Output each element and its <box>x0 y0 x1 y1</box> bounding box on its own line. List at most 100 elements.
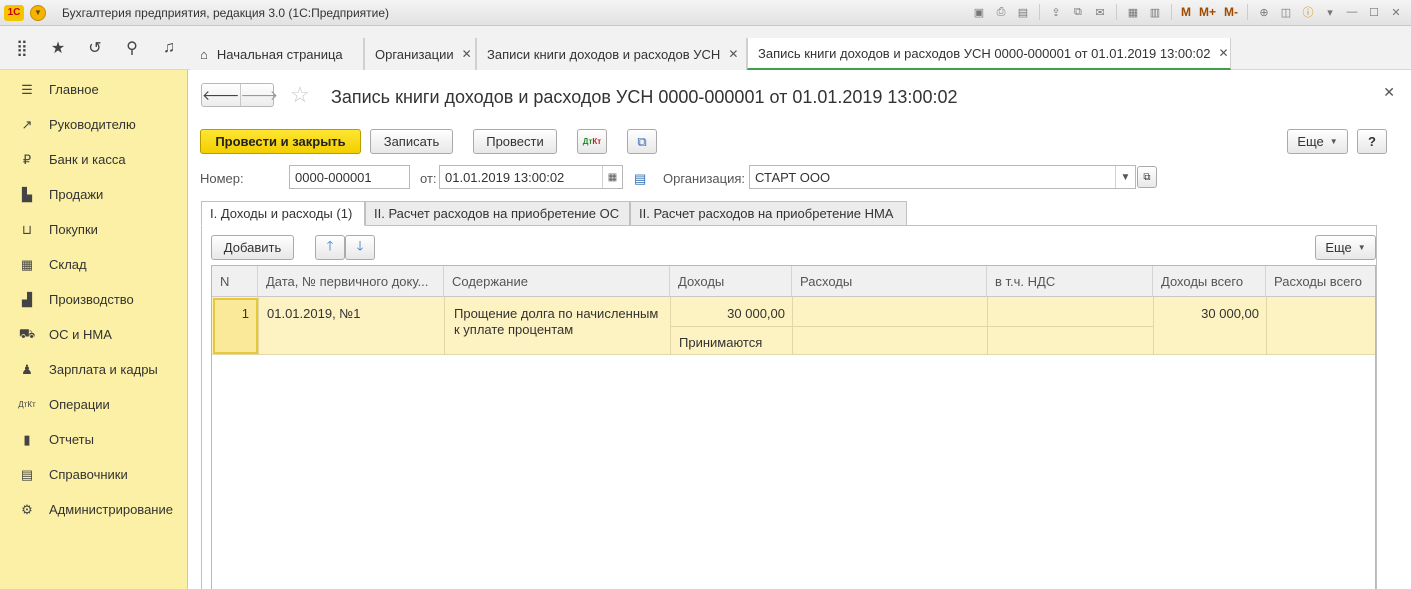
more-button[interactable]: Еще ▼ <box>1287 129 1348 154</box>
factory-icon: ▟ <box>22 291 32 307</box>
favorite-star-icon[interactable]: ☆ <box>290 83 310 107</box>
number-label: Номер: <box>200 171 244 186</box>
column-header[interactable]: Расходы <box>792 266 987 297</box>
column-header[interactable]: Содержание <box>444 266 670 297</box>
post-button[interactable]: Провести <box>473 129 557 154</box>
column-header[interactable]: в т.ч. НДС <box>987 266 1153 297</box>
tab-usn-records[interactable]: Записи книги доходов и расходов УСН ✕ <box>476 38 747 70</box>
add-button[interactable]: Добавить <box>211 235 294 260</box>
sidebar-item-label: Банк и касса <box>49 152 126 167</box>
column-header[interactable]: Расходы всего <box>1266 266 1375 297</box>
row-content-line2: к уплате процентам <box>454 322 574 337</box>
tab-label: Начальная страница <box>216 46 343 62</box>
minimize-icon[interactable]: — <box>1343 3 1361 21</box>
close-window-icon[interactable]: ✕ <box>1387 3 1405 21</box>
sidebar-item-main[interactable]: ☰ Главное <box>0 72 187 107</box>
sidebar-item-label: ОС и НМА <box>49 327 112 342</box>
more-label: Еще <box>1297 134 1324 149</box>
dt-kt-icon: ДтКт <box>18 400 36 409</box>
org-status-icon: ▤ <box>634 171 647 186</box>
move-up-icon[interactable]: 🡑 <box>315 235 345 260</box>
main-menu-icon[interactable]: ▼ <box>30 4 46 21</box>
favorites-star-icon[interactable]: ★ <box>47 37 69 59</box>
column-header[interactable]: Доходы <box>670 266 792 297</box>
sidebar-item-sales[interactable]: ▙ Продажи <box>0 177 187 212</box>
memory-sub-button[interactable]: M- <box>1222 5 1240 19</box>
chevron-down-icon: ▼ <box>1329 137 1338 146</box>
column-header[interactable]: N <box>212 266 258 297</box>
back-arrow-icon[interactable]: 🡐 <box>202 84 240 106</box>
tab-organizations[interactable]: Организации ✕ <box>364 38 476 70</box>
close-icon[interactable]: ✕ <box>728 47 738 61</box>
dt-kt-report-icon[interactable]: Дт Кт <box>577 129 607 154</box>
open-organization-icon[interactable]: ⧉ <box>1137 166 1157 188</box>
bell-icon[interactable]: ♫ <box>158 37 180 59</box>
save-button[interactable]: Записать <box>370 129 453 154</box>
warehouse-icon: ▦ <box>20 256 34 272</box>
zoom-icon[interactable]: ⊕ <box>1255 3 1273 21</box>
row-content-line1: Прощение долга по начисленным <box>454 306 659 321</box>
calendar-icon[interactable]: ▦ <box>602 166 622 188</box>
post-and-close-button[interactable]: Провести и закрыть <box>200 129 361 154</box>
history-icon[interactable]: ↺ <box>84 37 106 59</box>
organization-field[interactable]: СТАРТ ООО ▼ <box>749 165 1136 189</box>
sidebar-item-label: Зарплата и кадры <box>49 362 158 377</box>
tab-home[interactable]: ⌂ Начальная страница <box>190 38 364 70</box>
number-field[interactable]: 0000-000001 <box>289 165 410 189</box>
move-down-icon[interactable]: 🡓 <box>345 235 375 260</box>
sidebar-item-payroll[interactable]: ♟ Зарплата и кадры <box>0 352 187 387</box>
chevron-down-icon[interactable]: ▼ <box>1115 166 1135 188</box>
sidebar-item-purchases[interactable]: ⊔ Покупки <box>0 212 187 247</box>
sidebar-item-warehouse[interactable]: ▦ Склад <box>0 247 187 282</box>
close-icon[interactable]: ✕ <box>1383 84 1395 101</box>
tab-usn-record-current[interactable]: Запись книги доходов и расходов УСН 0000… <box>747 38 1231 70</box>
search-icon[interactable]: ⚲ <box>121 37 143 59</box>
sidebar-item-catalogs[interactable]: ▤ Справочники <box>0 457 187 492</box>
memory-button[interactable]: M <box>1179 5 1193 19</box>
truck-icon: ⛟ <box>18 325 36 341</box>
sidebar-item-production[interactable]: ▟ Производство <box>0 282 187 317</box>
print-icon[interactable]: ⎙ <box>992 3 1010 21</box>
sidebar-item-reports[interactable]: ▮ Отчеты <box>0 422 187 457</box>
sidebar-item-operations[interactable]: ДтКт Операции <box>0 387 187 422</box>
sidebar-item-assets[interactable]: ⛟ ОС и НМА <box>0 317 187 352</box>
tab-intangible-assets[interactable]: II. Расчет расходов на приобретение НМА <box>630 201 907 226</box>
preview-icon[interactable]: ▤ <box>1014 3 1032 21</box>
tab-income-expense[interactable]: I. Доходы и расходы (1) <box>201 201 365 226</box>
sidebar-item-admin[interactable]: ⚙ Администрирование <box>0 492 187 527</box>
calendar-icon[interactable]: ▥ <box>1146 3 1164 21</box>
panels-icon[interactable]: ◫ <box>1277 3 1295 21</box>
column-header[interactable]: Дата, № первичного доку... <box>258 266 444 297</box>
column-header[interactable]: Доходы всего <box>1153 266 1266 297</box>
organization-value: СТАРТ ООО <box>755 169 831 185</box>
mail-icon[interactable]: ✉ <box>1091 3 1109 21</box>
sidebar-item-label: Производство <box>49 292 134 307</box>
save-icon[interactable]: ▣ <box>970 3 988 21</box>
records-table: N Дата, № первичного доку... Содержание … <box>211 265 1376 589</box>
upload-icon[interactable]: ⇪ <box>1047 3 1065 21</box>
top-navbar: ⣿ ★ ↺ ⚲ ♫ ⌂ Начальная страница Организац… <box>0 26 1411 70</box>
sidebar-item-label: Покупки <box>49 222 98 237</box>
maximize-icon[interactable]: ☐ <box>1365 3 1383 21</box>
memory-add-button[interactable]: M+ <box>1197 5 1218 19</box>
apps-grid-icon[interactable]: ⣿ <box>11 37 33 59</box>
sidebar-item-label: Главное <box>49 82 99 97</box>
close-icon[interactable]: ✕ <box>462 47 472 61</box>
help-button[interactable]: ? <box>1357 129 1387 154</box>
forward-arrow-icon[interactable]: 🡒 <box>239 84 278 106</box>
sidebar-item-bank[interactable]: ₽ Банк и касса <box>0 142 187 177</box>
table-more-button[interactable]: Еще ▼ <box>1315 235 1376 260</box>
close-icon[interactable]: ✕ <box>1218 46 1228 60</box>
chevron-down-icon[interactable]: ▾ <box>1321 3 1339 21</box>
info-icon[interactable]: ⓘ <box>1299 3 1317 21</box>
date-field[interactable]: 01.01.2019 13:00:02 ▦ <box>439 165 623 189</box>
structure-icon[interactable]: ⧉ <box>627 129 657 154</box>
row-number: 1 <box>241 306 249 321</box>
sidebar-item-director[interactable]: ↗ Руководителю <box>0 107 187 142</box>
link-icon[interactable]: ⧉ <box>1069 3 1087 21</box>
tab-fixed-assets[interactable]: II. Расчет расходов на приобретение ОС <box>365 201 630 226</box>
calculator-icon[interactable]: ▦ <box>1124 3 1142 21</box>
coin-icon: ₽ <box>22 151 32 167</box>
sidebar-item-label: Продажи <box>49 187 104 202</box>
more-label: Еще <box>1325 240 1352 255</box>
